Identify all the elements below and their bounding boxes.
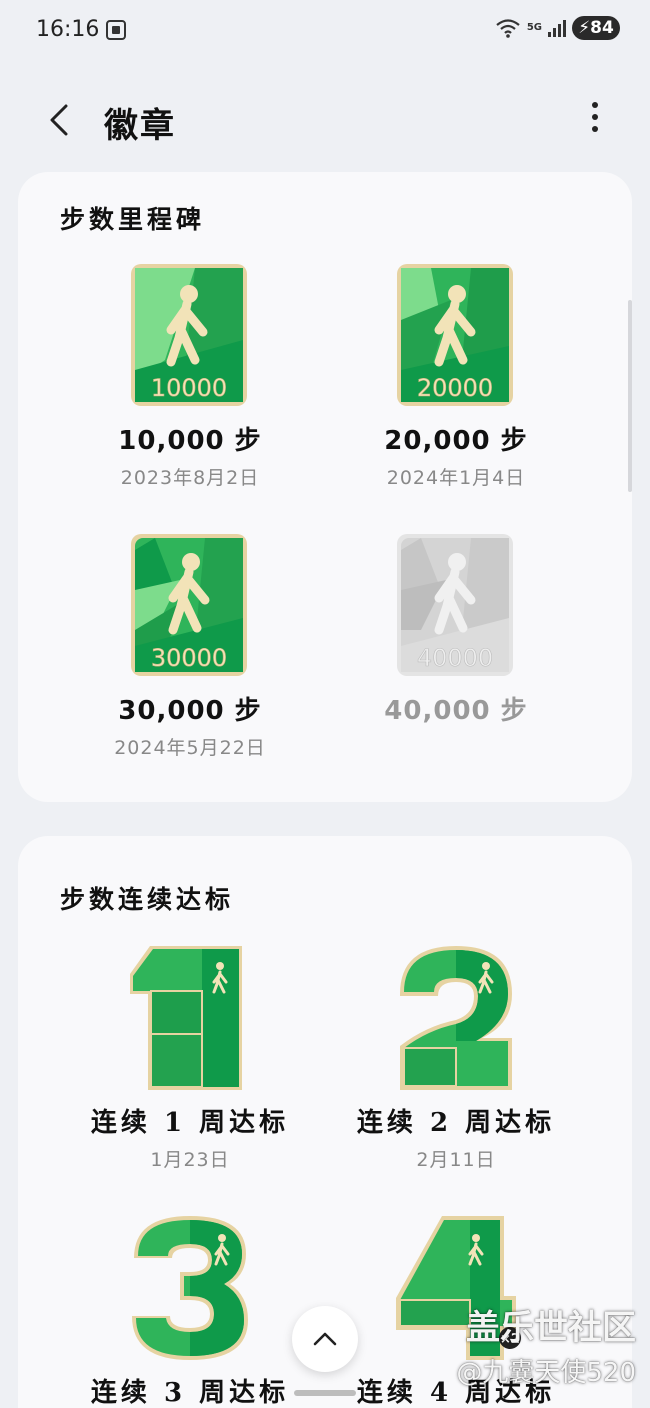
milestone-badge-20000[interactable]: 20000 20,000 步 2024年1月4日 (326, 260, 586, 490)
milestones-title: 步数里程碑 (60, 205, 206, 234)
streak-label: 连续 3 周达标 (90, 1378, 290, 1408)
more-vertical-icon[interactable] (588, 102, 602, 138)
number-two-badge-icon (400, 946, 512, 1090)
milestone-label: 30,000 步 (118, 696, 262, 726)
streak-label: 连续 2 周达标 (356, 1108, 556, 1138)
badge-number: 30000 (151, 644, 227, 672)
milestone-badge-30000[interactable]: 30000 30,000 步 2024年5月22日 (60, 530, 320, 760)
chevron-up-icon (313, 1332, 337, 1346)
number-one-badge-icon (130, 946, 242, 1090)
streak-badge-2[interactable]: 连续 2 周达标 2月11日 (326, 942, 586, 1172)
milestone-badge-40000[interactable]: 40000 40,000 步 (326, 530, 586, 727)
streaks-title: 步数连续达标 (60, 885, 235, 914)
app-header: 徽章 (0, 80, 650, 160)
page-title: 徽章 (104, 106, 176, 146)
watermark-title: 盖乐世社区 (466, 1308, 636, 1348)
battery-level: 84 (590, 18, 614, 38)
streak-badge-3[interactable]: 连续 3 周达标 (60, 1212, 320, 1408)
milestone-date: 2023年8月2日 (120, 467, 260, 489)
watermark-author: @九囊天使520 (456, 1358, 636, 1388)
scroll-to-top-button[interactable] (292, 1306, 358, 1372)
badge-number: 40000 (417, 644, 493, 672)
walker-badge-icon: 30000 (131, 534, 247, 676)
scrollbar[interactable] (628, 300, 632, 492)
streak-date: 1月23日 (150, 1149, 230, 1171)
walker-badge-icon: 20000 (397, 264, 513, 406)
number-three-badge-icon (132, 1216, 248, 1360)
milestone-label: 20,000 步 (384, 426, 528, 456)
streak-date: 2月11日 (416, 1149, 496, 1171)
streak-label: 连续 1 周达标 (90, 1108, 290, 1138)
milestone-label: 40,000 步 (384, 696, 528, 726)
status-time: 16:16 (36, 17, 100, 42)
milestone-date: 2024年1月4日 (386, 467, 526, 489)
battery-indicator: ⚡ 84 (572, 16, 620, 40)
milestones-card: 步数里程碑 10000 10,000 步 2023年8月2日 20000 20,… (18, 172, 632, 802)
back-chevron-left-icon[interactable] (44, 100, 78, 140)
milestone-badge-10000[interactable]: 10000 10,000 步 2023年8月2日 (60, 260, 320, 490)
status-bar: 16:16 5G ⚡ 84 (0, 0, 650, 62)
badge-number: 20000 (417, 374, 493, 402)
home-indicator[interactable] (294, 1390, 356, 1396)
wifi-icon (496, 19, 520, 38)
milestone-label: 10,000 步 (118, 426, 262, 456)
walker-badge-locked-icon: 40000 (397, 534, 513, 676)
walker-badge-icon: 10000 (131, 264, 247, 406)
milestone-date: 2024年5月22日 (114, 737, 266, 759)
badge-number: 10000 (151, 374, 227, 402)
screenshot-icon (106, 20, 126, 40)
network-type: 5G (526, 22, 542, 33)
signal-icon (548, 19, 566, 37)
streak-badge-1[interactable]: 连续 1 周达标 1月23日 (60, 942, 320, 1172)
